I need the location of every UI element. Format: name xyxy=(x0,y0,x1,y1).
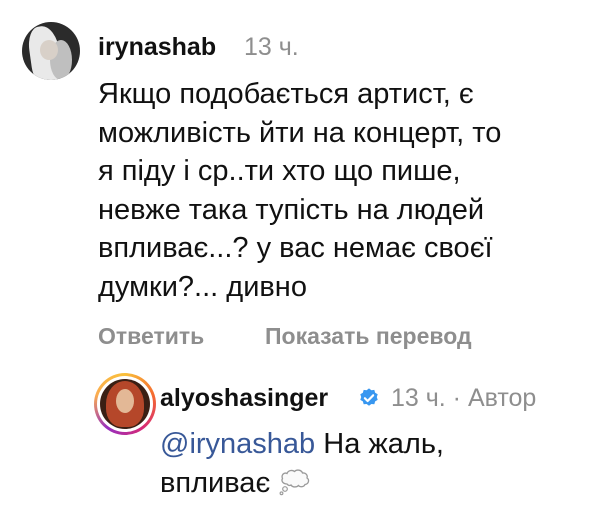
thought-bubble-icon xyxy=(279,468,310,495)
comment-line: можливість йти на концерт, то xyxy=(98,116,502,149)
reply-text: впливає xyxy=(160,466,271,499)
comment-time: 13 ч. xyxy=(244,33,299,61)
reply-button[interactable]: Ответить xyxy=(98,323,204,350)
avatar-alyoshasinger[interactable] xyxy=(100,379,150,429)
avatar-irynashab[interactable] xyxy=(22,22,80,80)
comment-username[interactable]: irynashab xyxy=(98,33,216,62)
reply-meta: 13 ч. · Автор xyxy=(391,384,537,412)
reply-body: @irynashab На жаль, впливає xyxy=(160,425,444,502)
show-translation-button[interactable]: Показать перевод xyxy=(265,323,472,350)
verified-badge-icon xyxy=(360,388,378,406)
comment-line: впливає...? у вас немає своєї xyxy=(98,232,493,264)
comment-line: невже така тупість на людей xyxy=(98,193,485,226)
comment-line: я піду і ср..ти хто що пише, xyxy=(98,155,461,187)
reply-text: На жаль, xyxy=(315,428,444,460)
comment-line: думки?... дивно xyxy=(98,270,307,303)
reply-username[interactable]: alyoshasinger xyxy=(160,384,328,413)
comment-line: Якщо подобається артист, є xyxy=(98,78,474,110)
comment-body: Якщо подобається артист, є можливість йт… xyxy=(98,75,501,306)
mention-link[interactable]: @irynashab xyxy=(160,428,315,460)
